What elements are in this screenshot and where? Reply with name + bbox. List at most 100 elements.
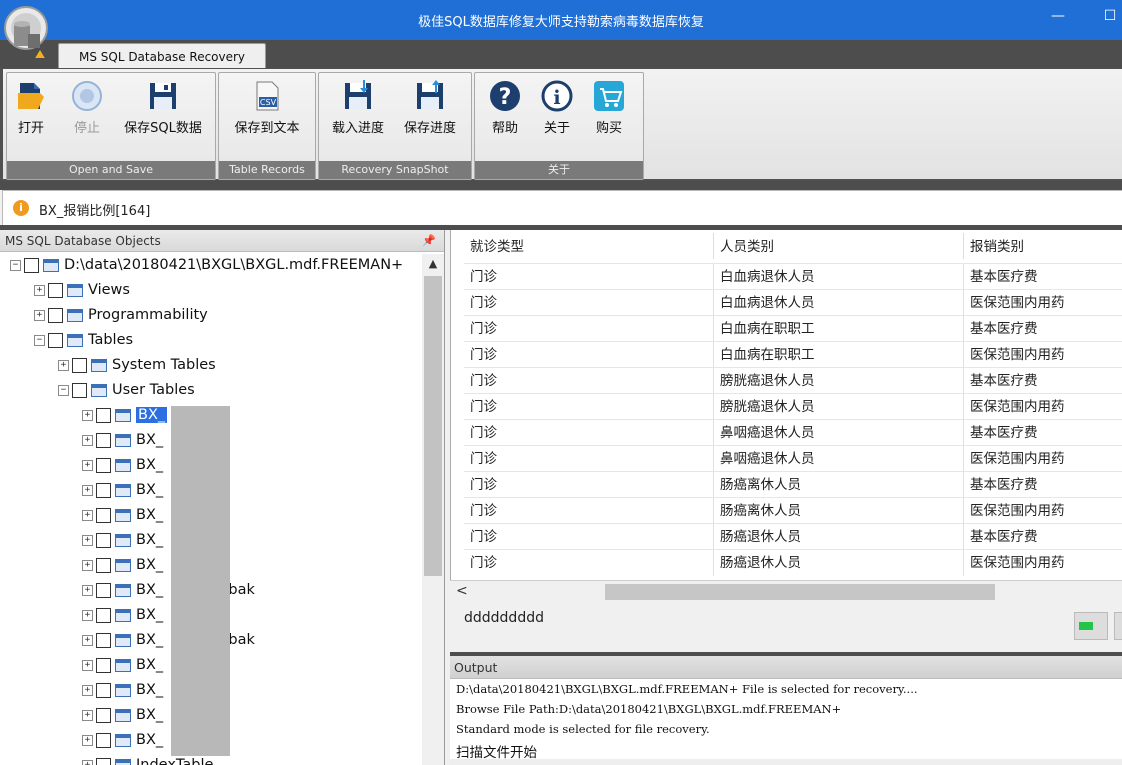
table-row[interactable]: 门诊 肠癌退休人员 基本医疗费 <box>464 523 1122 550</box>
checkbox[interactable] <box>96 657 111 673</box>
tree-vertical-scrollbar[interactable]: ▲ <box>422 254 444 765</box>
tree-node-table[interactable]: + BX_ <box>82 404 168 426</box>
open-file-icon <box>14 79 48 113</box>
checkbox[interactable] <box>96 432 111 448</box>
table-row[interactable]: 门诊 白血病在职职工 基本医疗费 <box>464 315 1122 342</box>
expand-icon[interactable]: + <box>82 509 93 521</box>
column-header[interactable]: 就诊类型 <box>464 233 714 259</box>
tree-node-table[interactable]: + BX_ <box>82 704 163 726</box>
open-button[interactable]: 打开 <box>13 79 49 136</box>
pin-icon[interactable]: 📌 <box>422 230 436 252</box>
minimize-button[interactable]: — <box>1048 8 1068 24</box>
checkbox[interactable] <box>96 557 111 573</box>
tree-node-views[interactable]: + Views <box>34 279 130 301</box>
table-row[interactable]: 门诊 肠癌退休人员 医保范围内用药 <box>464 549 1122 576</box>
collapse-icon[interactable]: − <box>10 259 21 271</box>
tree-node-table[interactable]: + BX_ <box>82 479 163 501</box>
expand-icon[interactable]: + <box>82 609 93 621</box>
expand-icon[interactable]: + <box>82 559 93 571</box>
checkbox[interactable] <box>96 407 111 423</box>
expand-icon[interactable]: + <box>82 409 93 421</box>
scrollbar-thumb[interactable] <box>424 276 442 576</box>
table-row[interactable]: 门诊 白血病在职职工 医保范围内用药 <box>464 341 1122 368</box>
checkbox[interactable] <box>48 307 63 323</box>
help-button[interactable]: ? 帮助 <box>485 79 525 136</box>
checkbox[interactable] <box>96 707 111 723</box>
checkbox[interactable] <box>96 732 111 748</box>
save-text-button[interactable]: CSV 保存到文本 <box>223 79 311 136</box>
save-sql-button[interactable]: 保存SQL数据 <box>117 79 209 136</box>
checkbox[interactable] <box>96 607 111 623</box>
collapse-icon[interactable]: − <box>58 384 69 396</box>
save-sql-button-label: 保存SQL数据 <box>124 121 202 136</box>
expand-icon[interactable]: + <box>82 534 93 546</box>
table-row[interactable]: 门诊 鼻咽癌退休人员 基本医疗费 <box>464 419 1122 446</box>
scroll-up-arrow-icon[interactable]: ▲ <box>422 254 444 274</box>
expand-icon[interactable]: + <box>82 759 93 765</box>
table-row[interactable]: 门诊 膀胱癌退休人员 医保范围内用药 <box>464 393 1122 420</box>
checkbox[interactable] <box>96 632 111 648</box>
checkbox[interactable] <box>96 482 111 498</box>
save-progress-button[interactable]: 保存进度 <box>397 79 463 136</box>
column-header[interactable]: 报销类别 <box>964 233 1122 259</box>
expand-icon[interactable]: + <box>82 659 93 671</box>
table-icon <box>115 733 131 747</box>
scrollbar-thumb[interactable] <box>605 584 995 600</box>
table-row[interactable]: 门诊 膀胱癌退休人员 基本医疗费 <box>464 367 1122 394</box>
tree-node-table[interactable]: + BX_ <box>82 554 163 576</box>
buy-button[interactable]: 购买 <box>589 79 629 136</box>
expand-icon[interactable]: + <box>82 434 93 446</box>
stop-button[interactable]: 停止 <box>69 79 105 136</box>
expand-icon[interactable]: + <box>82 734 93 746</box>
table-row[interactable]: 门诊 鼻咽癌退休人员 医保范围内用药 <box>464 445 1122 472</box>
maximize-button[interactable]: ☐ <box>1100 8 1120 24</box>
table-row[interactable]: 门诊 肠癌离休人员 基本医疗费 <box>464 471 1122 498</box>
checkbox[interactable] <box>48 282 63 298</box>
expand-icon[interactable]: + <box>34 284 45 296</box>
table-row[interactable]: 门诊 白血病退休人员 基本医疗费 <box>464 263 1122 290</box>
app-logo-icon[interactable] <box>4 4 52 60</box>
tree-node-label: BX_ <box>136 732 164 748</box>
tree-node-table[interactable]: + BX_ <box>82 679 163 701</box>
tree-node-table[interactable]: + BX_ <box>82 529 163 551</box>
checkbox[interactable] <box>96 457 111 473</box>
tree-node-table[interactable]: + BX_ <box>82 504 163 526</box>
checkbox[interactable] <box>96 757 111 765</box>
tree-node-user-tables[interactable]: − User Tables <box>58 379 195 401</box>
expand-icon[interactable]: + <box>82 584 93 596</box>
tree-node-table[interactable]: + BX_ <box>82 429 163 451</box>
tree-node-system-tables[interactable]: + System Tables <box>58 354 216 376</box>
tree-node-table[interactable]: + BX_ <box>82 729 163 751</box>
table-row[interactable]: 门诊 白血病退休人员 医保范围内用药 <box>464 289 1122 316</box>
checkbox[interactable] <box>96 532 111 548</box>
checkbox[interactable] <box>96 682 111 698</box>
output-scrollbar[interactable] <box>450 759 1122 765</box>
load-progress-button[interactable]: 载入进度 <box>325 79 391 136</box>
checkbox[interactable] <box>96 507 111 523</box>
tree-node-table[interactable]: + BX_ <box>82 454 163 476</box>
expand-icon[interactable]: + <box>82 684 93 696</box>
expand-icon[interactable]: + <box>34 309 45 321</box>
expand-icon[interactable]: + <box>58 359 69 371</box>
expand-icon[interactable]: + <box>82 709 93 721</box>
expand-icon[interactable]: + <box>82 484 93 496</box>
tree-node-table[interactable]: + BX_ <box>82 654 163 676</box>
tree-node-tables[interactable]: − Tables <box>34 329 133 351</box>
checkbox[interactable] <box>72 382 87 398</box>
grid-horizontal-scrollbar[interactable]: < <box>450 580 1122 603</box>
checkbox[interactable] <box>24 257 39 273</box>
tab-ms-sql-recovery[interactable]: MS SQL Database Recovery <box>58 43 266 70</box>
checkbox[interactable] <box>72 357 87 373</box>
table-row[interactable]: 门诊 肠癌离休人员 医保范围内用药 <box>464 497 1122 524</box>
collapse-icon[interactable]: − <box>34 334 45 346</box>
tree-node-table[interactable]: + BX_ <box>82 604 163 626</box>
checkbox[interactable] <box>96 582 111 598</box>
expand-icon[interactable]: + <box>82 459 93 471</box>
checkbox[interactable] <box>48 332 63 348</box>
column-header[interactable]: 人员类别 <box>714 233 964 259</box>
tree-node-programmability[interactable]: + Programmability <box>34 304 208 326</box>
expand-icon[interactable]: + <box>82 634 93 646</box>
scroll-left-arrow-icon[interactable]: < <box>456 583 468 599</box>
tree-node-database[interactable]: − D:\data\20180421\BXGL\BXGL.mdf.FREEMAN+ <box>10 254 403 276</box>
about-button[interactable]: i 关于 <box>537 79 577 136</box>
